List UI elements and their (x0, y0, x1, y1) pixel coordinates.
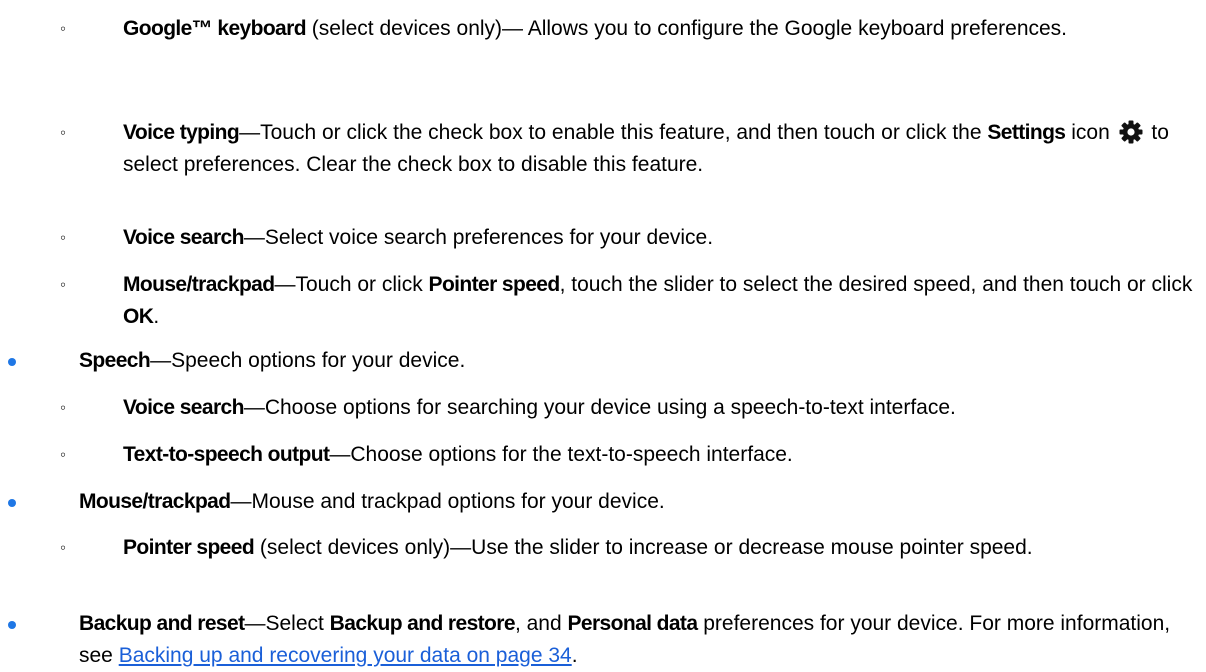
list-item-google-keyboard: ◦ Google™ keyboard (select devices only)… (60, 13, 1198, 45)
term-voice-search-speech: Voice search (123, 396, 244, 419)
list-item-backup-and-reset: Backup and reset—Select Backup and resto… (8, 608, 1199, 672)
description-google-keyboard: (select devices only)— Allows you to con… (305, 17, 1068, 40)
list-item-voice-typing: ◦ Voice typing—Touch or click the check … (60, 117, 1198, 181)
backup-and-restore-label: Backup and restore (329, 612, 516, 635)
term-mouse-trackpad: Mouse/trackpad (123, 273, 275, 296)
hollow-bullet-icon: ◦ (60, 538, 67, 557)
description-mouse-trackpad-top: —Mouse and trackpad options for your dev… (230, 490, 665, 513)
term-backup-and-reset: Backup and reset (79, 612, 245, 635)
list-item-mouse-trackpad: Mouse/trackpad—Mouse and trackpad option… (8, 486, 1199, 518)
term-text-to-speech: Text-to-speech output (123, 443, 330, 466)
list-item-voice-search: ◦ Voice search—Select voice search prefe… (60, 222, 1198, 254)
pointer-speed-label: Pointer speed (428, 273, 561, 296)
description-speech: —Speech options for your device. (150, 349, 466, 372)
term-speech: Speech (79, 349, 151, 372)
settings-gear-icon (1119, 120, 1143, 144)
description-voice-typing-part-1: —Touch or click the check box to enable … (239, 121, 988, 144)
description-mouse-trackpad-part-2: , touch the slider to select the desired… (559, 273, 1193, 296)
description-pointer-speed: (select devices only)—Use the slider to … (254, 536, 1033, 559)
list-item-pointer-speed: ◦ Pointer speed (select devices only)—Us… (60, 532, 1198, 564)
term-voice-search: Voice search (123, 226, 244, 249)
hollow-bullet-icon: ◦ (60, 275, 67, 294)
description-backup-part-2: , and (514, 612, 568, 635)
hollow-bullet-icon: ◦ (60, 445, 67, 464)
list-item-mouse-trackpad-keyboard: ◦ Mouse/trackpad—Touch or click Pointer … (60, 269, 1198, 333)
term-voice-typing: Voice typing (123, 121, 240, 144)
list-item-speech: Speech—Speech options for your device. (8, 345, 1199, 377)
ok-label: OK (123, 305, 154, 328)
hollow-bullet-icon: ◦ (60, 19, 67, 38)
term-mouse-trackpad-top: Mouse/trackpad (79, 490, 231, 513)
hollow-bullet-icon: ◦ (60, 123, 67, 142)
description-text-to-speech: —Choose options for the text-to-speech i… (329, 443, 793, 466)
settings-label: Settings (987, 121, 1066, 144)
bullet-icon (8, 358, 16, 366)
term-google-keyboard: Google™ keyboard (123, 17, 307, 40)
description-backup-part-1: —Select (244, 612, 330, 635)
list-item-text-to-speech: ◦ Text-to-speech output—Choose options f… (60, 439, 1198, 471)
description-voice-typing-part-2: icon (1065, 121, 1116, 144)
description-voice-search-speech: —Choose options for searching your devic… (243, 396, 956, 419)
list-item-speech-voice-search: ◦ Voice search—Choose options for search… (60, 392, 1198, 424)
description-voice-search: —Select voice search preferences for you… (243, 226, 714, 249)
bullet-icon (8, 499, 16, 507)
term-pointer-speed: Pointer speed (123, 536, 255, 559)
hollow-bullet-icon: ◦ (60, 398, 67, 417)
description-mouse-trackpad-part-3: . (153, 305, 160, 328)
personal-data-label: Personal data (567, 612, 698, 635)
bullet-icon (8, 621, 16, 629)
hollow-bullet-icon: ◦ (60, 228, 67, 247)
description-mouse-trackpad-part-1: —Touch or click (274, 273, 429, 296)
